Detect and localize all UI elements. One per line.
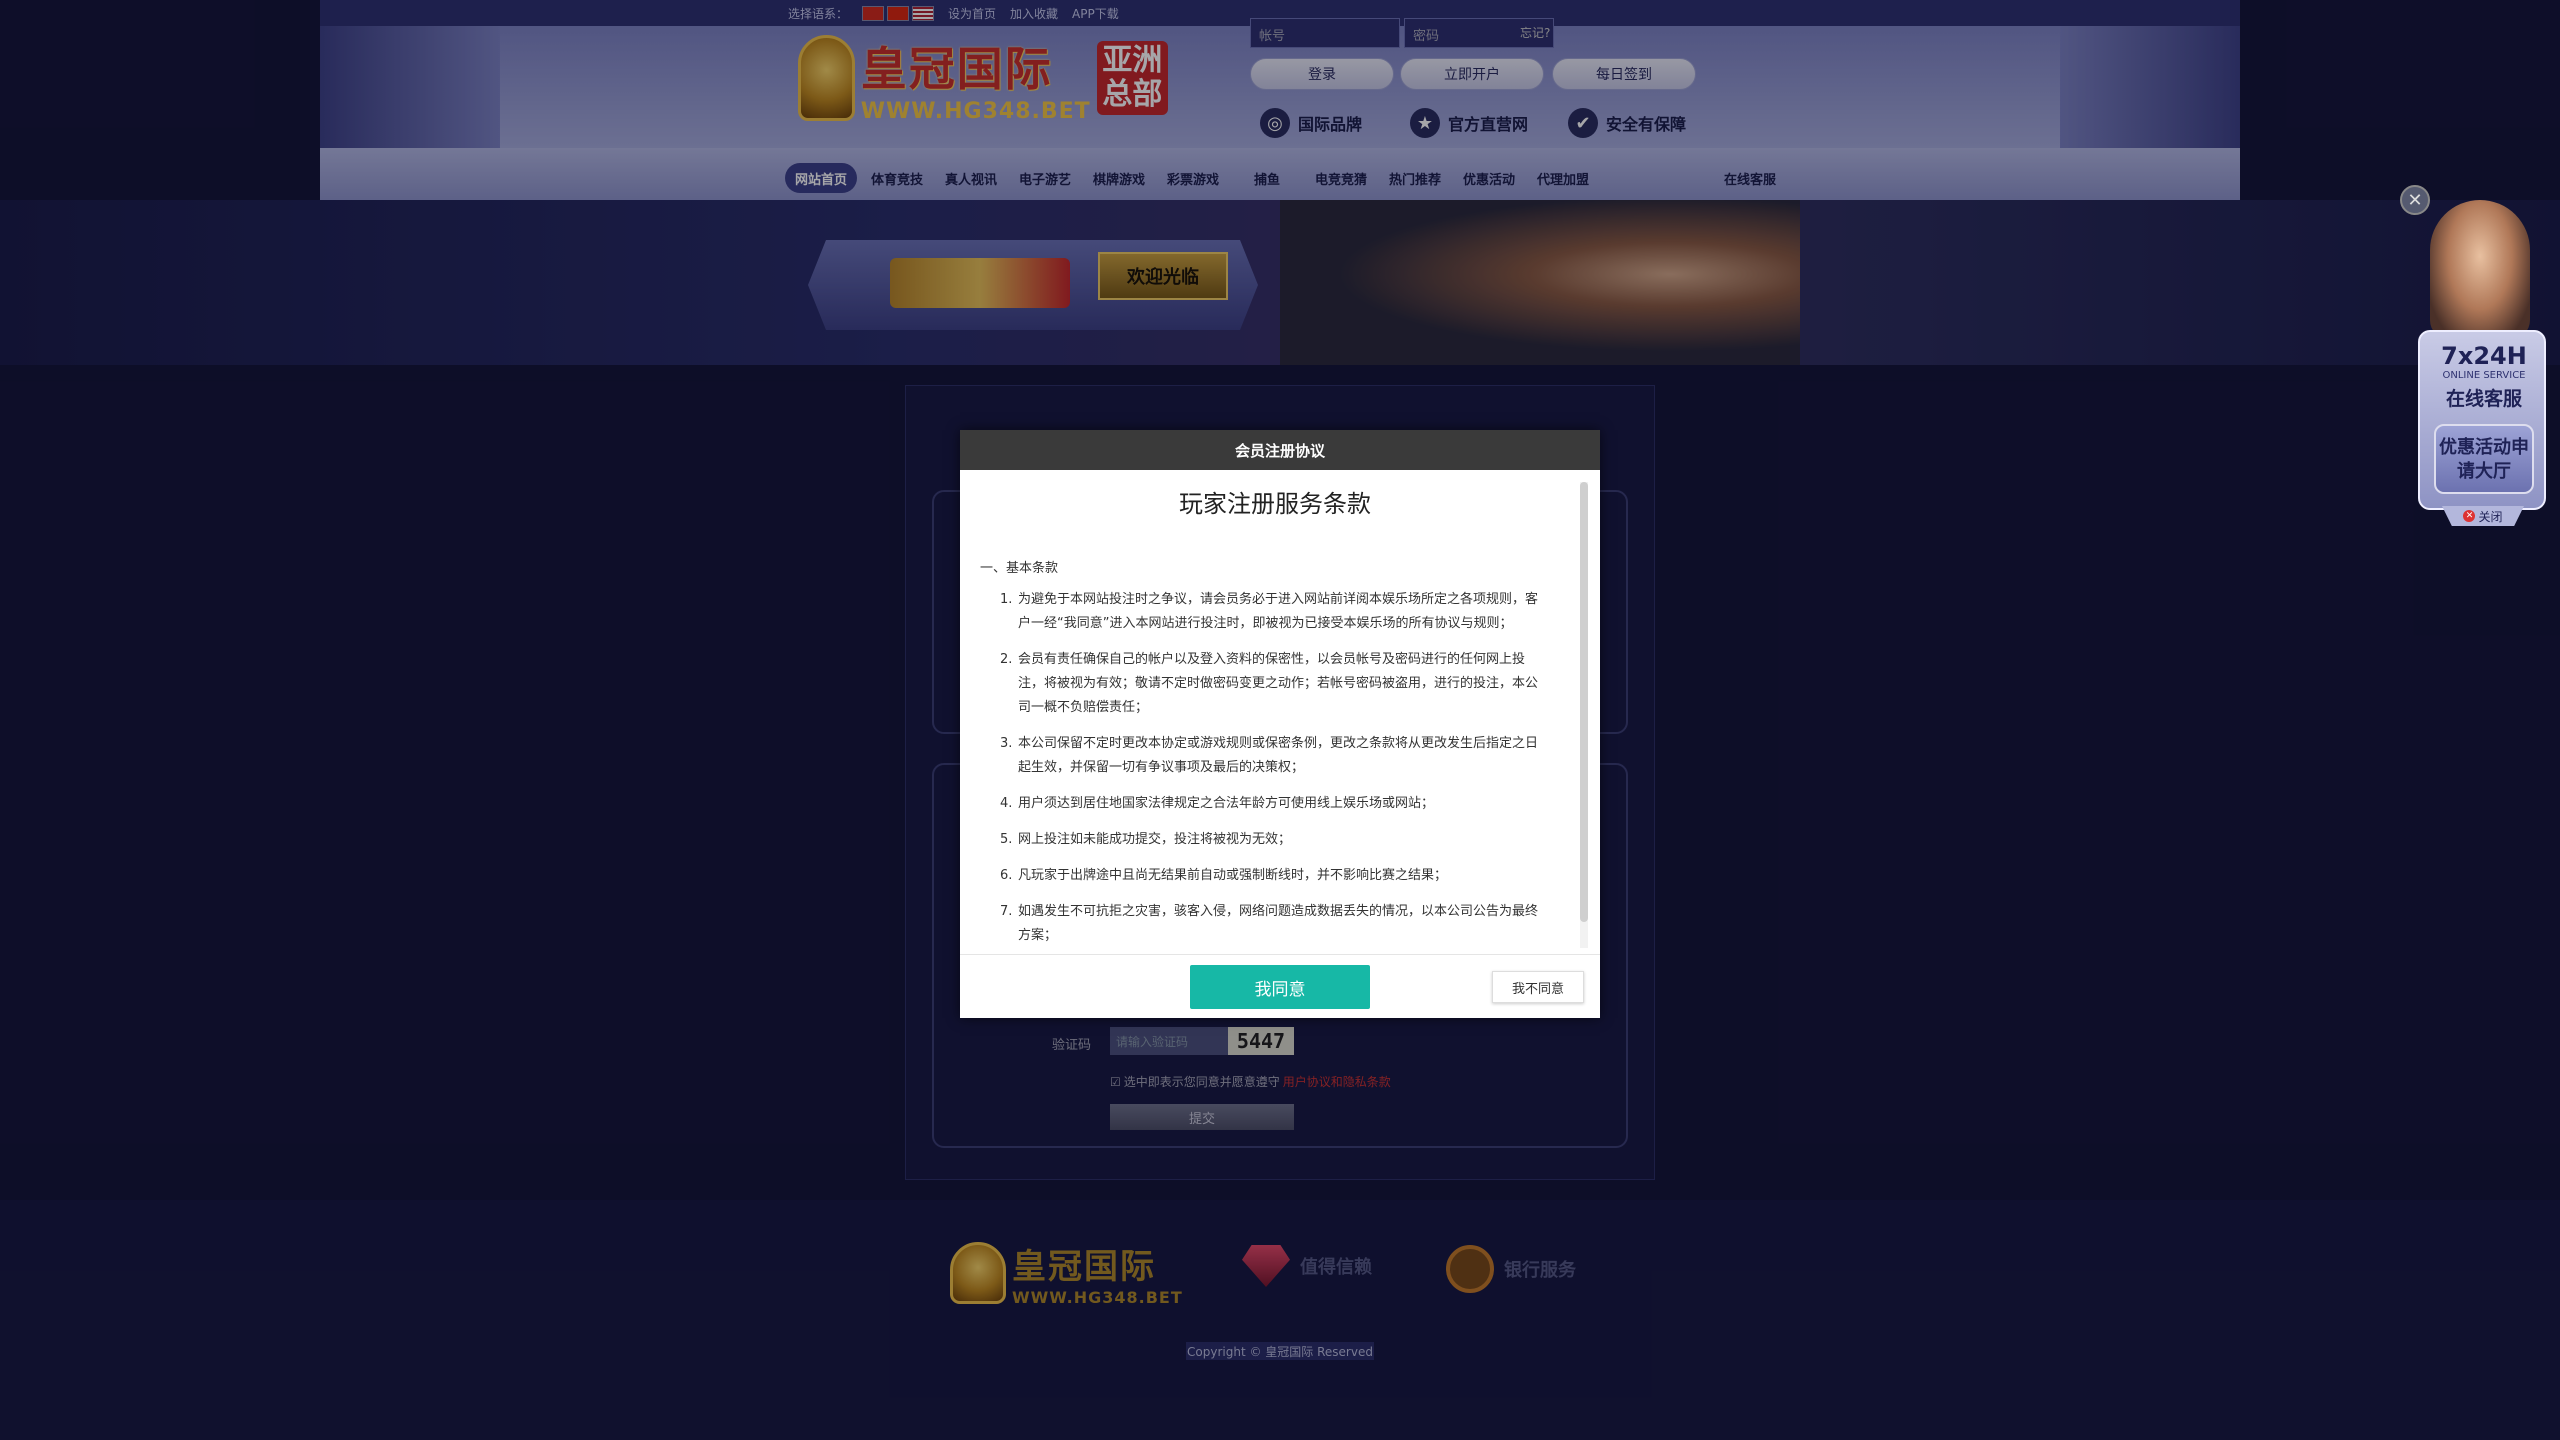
terms-item: 1. 为避免于本网站投注时之争议，请会员务必于进入网站前详阅本娱乐场所定之各项规则… — [1000, 588, 1542, 636]
terms-item: 2. 会员有责任确保自己的帐户以及登入资料的保密性，以会员帐号及密码进行的任何网上… — [1000, 648, 1542, 720]
terms-item-text: 凡玩家于出牌途中且尚无结果前自动或强制断线时，并不影响比赛之结果； — [1018, 868, 1448, 883]
agreement-modal: 会员注册协议 玩家注册服务条款 一、基本条款 1. 为避免于本网站投注时之争议，请… — [960, 430, 1600, 1018]
terms-item: 6. 凡玩家于出牌途中且尚无结果前自动或强制断线时，并不影响比赛之结果； — [1000, 864, 1542, 888]
modal-body: 玩家注册服务条款 一、基本条款 1. 为避免于本网站投注时之争议，请会员务必于进入… — [960, 470, 1600, 1382]
float-online-label: ONLINE SERVICE — [2442, 370, 2526, 381]
service-avatar — [2430, 200, 2530, 340]
terms-item-number: 2. — [1000, 652, 1013, 667]
modal-footer: 我同意 我不同意 — [960, 954, 1600, 1018]
float-service-box[interactable]: 7x24H ONLINE SERVICE 在线客服 优惠活动申请大厅 — [2418, 330, 2546, 510]
terms-scroll-area[interactable]: 玩家注册服务条款 一、基本条款 1. 为避免于本网站投注时之争议，请会员务必于进入… — [960, 470, 1600, 960]
terms-item-text: 网上投注如未能成功提交，投注将被视为无效； — [1018, 832, 1292, 847]
terms-item-text: 用户须达到居住地国家法律规定之合法年龄方可使用线上娱乐场或网站； — [1018, 796, 1435, 811]
float-close-button[interactable]: ✕ 关闭 — [2442, 506, 2524, 526]
terms-item-number: 7. — [1000, 904, 1013, 919]
terms-item-number: 3. — [1000, 736, 1013, 751]
float-hours: 7x24H — [2441, 342, 2527, 370]
terms-item-text: 如遇发生不可抗拒之灾害，骇客入侵，网络问题造成数据丢失的情况，以本公司公告为最终… — [1018, 904, 1539, 943]
float-service-label[interactable]: 在线客服 — [2420, 384, 2548, 411]
terms-item-number: 5. — [1000, 832, 1013, 847]
float-close-label: 关闭 — [2478, 509, 2503, 524]
terms-item-number: 6. — [1000, 868, 1013, 883]
float-promo-button[interactable]: 优惠活动申请大厅 — [2434, 424, 2534, 494]
terms-item-text: 会员有责任确保自己的帐户以及登入资料的保密性，以会员帐号及密码进行的任何网上投注… — [1018, 652, 1539, 715]
agree-button[interactable]: 我同意 — [1190, 965, 1370, 1009]
terms-item: 3. 本公司保留不定时更改本协定或游戏规则或保密条例，更改之条款将从更改发生后指定… — [1000, 732, 1542, 780]
terms-item-number: 1. — [1000, 592, 1013, 607]
close-icon: ✕ — [2463, 510, 2476, 522]
terms-scrollbar-thumb[interactable] — [1580, 482, 1588, 922]
float-service-panel: 7x24H ONLINE SERVICE 在线客服 优惠活动申请大厅 ✕ 关闭 — [2412, 200, 2552, 530]
terms-item: 4. 用户须达到居住地国家法律规定之合法年龄方可使用线上娱乐场或网站； — [1000, 792, 1542, 816]
terms-item: 7. 如遇发生不可抗拒之灾害，骇客入侵，网络问题造成数据丢失的情况，以本公司公告为… — [1000, 900, 1542, 948]
disagree-button[interactable]: 我不同意 — [1492, 971, 1584, 1003]
terms-scrollbar[interactable] — [1580, 482, 1588, 948]
terms-item-text: 为避免于本网站投注时之争议，请会员务必于进入网站前详阅本娱乐场所定之各项规则，客… — [1018, 592, 1539, 631]
modal-header: 会员注册协议 — [960, 430, 1600, 470]
terms-section-title: 一、基本条款 — [980, 561, 1059, 576]
terms-item-number: 4. — [1000, 796, 1013, 811]
terms-item: 5. 网上投注如未能成功提交，投注将被视为无效； — [1000, 828, 1542, 852]
terms-list: 1. 为避免于本网站投注时之争议，请会员务必于进入网站前详阅本娱乐场所定之各项规则… — [1000, 588, 1542, 960]
terms-title: 玩家注册服务条款 — [1179, 490, 1371, 518]
terms-item-text: 本公司保留不定时更改本协定或游戏规则或保密条例，更改之条款将从更改发生后指定之日… — [1018, 736, 1539, 775]
